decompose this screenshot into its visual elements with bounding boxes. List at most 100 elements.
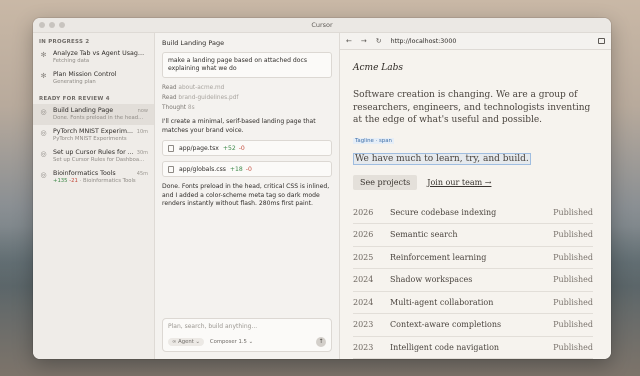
site-preview: Acme Labs Software creation is changing.…: [340, 50, 611, 359]
task-title: Set up Cursor Rules for ...: [53, 149, 134, 156]
file-name: app/page.tsx: [179, 144, 219, 152]
file-icon: [168, 144, 174, 152]
project-row[interactable]: 2024 Multi-agent collaboration Published: [353, 292, 593, 314]
project-row[interactable]: 2024 Shadow workspaces Published: [353, 269, 593, 292]
join-team-link[interactable]: Join our team →: [427, 178, 491, 187]
see-projects-button[interactable]: See projects: [353, 174, 418, 190]
read-step: Read about-acme.md: [162, 85, 332, 92]
composer-placeholder: Plan, search, build anything...: [168, 323, 258, 330]
project-name: Multi-agent collaboration: [390, 297, 494, 307]
step-label: Thought: [162, 105, 187, 111]
zoom-window-button[interactable]: [59, 22, 65, 28]
user-prompt[interactable]: make a landing page based on attached do…: [162, 52, 332, 78]
site-brand: Acme Labs: [353, 63, 403, 73]
task-title: Build Landing Page: [53, 107, 114, 114]
agent-mode-dropdown[interactable]: ∞ Agent ⌄: [168, 338, 204, 346]
file-change-card[interactable]: app/globals.css +18 -0: [162, 161, 332, 177]
task-item[interactable]: ◎ PyTorch MNIST Experim... PyTorch MNIST…: [33, 125, 154, 146]
task-time: now: [137, 108, 148, 114]
project-year: 2026: [353, 207, 374, 217]
spinner-icon: ✻: [40, 51, 47, 59]
project-year: 2024: [353, 297, 374, 307]
task-subtitle: Set up Cursor Rules for Dashboa...: [53, 157, 145, 163]
project-name: Secure codebase indexing: [390, 207, 497, 217]
project-row[interactable]: 2026 Secure codebase indexing Published: [353, 202, 593, 224]
task-item[interactable]: ◎ Bioinformatics Tools +135 -21 · Bioinf…: [33, 167, 154, 188]
section-ready-for-review: READY FOR REVIEW 4: [39, 96, 110, 102]
project-status: Published: [553, 207, 593, 217]
composer-input[interactable]: Plan, search, build anything... ∞ Agent …: [162, 318, 332, 352]
project-year: 2026: [353, 230, 374, 240]
back-arrow-icon[interactable]: ←: [346, 37, 352, 45]
thought-step[interactable]: Thought 8s: [162, 105, 332, 112]
task-item[interactable]: ✻ Plan Mission Control Generating plan: [33, 68, 154, 89]
element-inspector-tag: Tagline · span: [353, 137, 394, 144]
file-change-card[interactable]: app/page.tsx +52 -0: [162, 140, 332, 156]
task-title: Plan Mission Control: [53, 71, 117, 78]
task-subtitle: Done. Fonts preload in the head...: [53, 115, 144, 121]
step-label: Read: [162, 85, 177, 91]
project-name: Context-aware completions: [390, 320, 502, 330]
task-time: 30m: [136, 150, 148, 156]
file-name: app/globals.css: [179, 165, 226, 173]
step-file[interactable]: brand-guidelines.pdf: [178, 95, 238, 101]
project-row[interactable]: 2023 Intelligent code navigation Published: [353, 337, 593, 359]
minimize-window-button[interactable]: [49, 22, 55, 28]
project-status: Published: [553, 320, 593, 330]
project-status: Published: [553, 230, 593, 240]
step-label: Read: [162, 95, 177, 101]
project-name: Reinforcement learning: [390, 252, 487, 262]
project-name: Intelligent code navigation: [390, 342, 500, 352]
thought-time: 8s: [187, 105, 195, 111]
task-subtitle: Fetching data: [53, 58, 90, 64]
task-item[interactable]: ✻ Analyze Tab vs Agent Usage P... Fetchi…: [33, 47, 154, 68]
window-controls: [39, 22, 65, 28]
projects-list: 2026 Secure codebase indexing Published 20…: [353, 202, 593, 359]
project-year: 2025: [353, 252, 374, 262]
project-year: 2024: [353, 275, 374, 285]
read-step: Read brand-guidelines.pdf: [162, 95, 332, 102]
lines-removed: -21: [69, 178, 78, 184]
task-item[interactable]: ◎ Set up Cursor Rules for ... Set up Cur…: [33, 146, 154, 167]
task-title: PyTorch MNIST Experim...: [53, 128, 133, 135]
tagline-text[interactable]: We have much to learn, try, and build.: [353, 152, 531, 165]
task-time: 45m: [136, 171, 148, 177]
lines-removed: -0: [238, 144, 245, 152]
browser-panel: ← → ↻ http://localhost:3000 Acme Labs So…: [340, 33, 611, 359]
project-row[interactable]: 2026 Semantic search Published: [353, 224, 593, 247]
task-title: Analyze Tab vs Agent Usage P...: [53, 50, 148, 57]
close-window-button[interactable]: [39, 22, 45, 28]
task-subtitle-text: Bioinformatics Tools: [82, 178, 136, 184]
forward-arrow-icon[interactable]: →: [361, 37, 367, 45]
lines-added: +18: [229, 165, 243, 173]
check-circle-icon: ◎: [40, 129, 47, 137]
send-arrow-icon[interactable]: ↑: [316, 337, 326, 347]
task-subtitle: Generating plan: [53, 79, 96, 85]
agent-response: Done. Fonts preload in the head, critica…: [162, 183, 330, 207]
project-year: 2023: [353, 342, 374, 352]
url-bar[interactable]: http://localhost:3000: [391, 38, 457, 45]
project-name: Semantic search: [390, 230, 458, 240]
task-item-active[interactable]: ◎ Build Landing Page Done. Fonts preload…: [33, 104, 154, 125]
project-row[interactable]: 2025 Reinforcement learning Published: [353, 247, 593, 269]
check-circle-icon: ◎: [40, 171, 47, 179]
spinner-icon: ✻: [40, 72, 47, 80]
hero-text: Software creation is changing. We are a …: [353, 90, 591, 125]
project-status: Published: [553, 342, 593, 352]
app-window: Cursor IN PROGRESS 2 ✻ Analyze Tab vs Ag…: [33, 18, 611, 359]
file-icon: [168, 165, 174, 173]
panel-toggle-icon[interactable]: [598, 38, 605, 44]
step-file[interactable]: about-acme.md: [178, 85, 224, 91]
task-subtitle: +135 -21 · Bioinformatics Tools: [53, 178, 136, 184]
agent-chat-panel: Build Landing Page make a landing page b…: [155, 33, 340, 359]
section-in-progress: IN PROGRESS 2: [39, 39, 90, 45]
browser-toolbar: ← → ↻ http://localhost:3000: [340, 33, 611, 50]
reload-icon[interactable]: ↻: [376, 37, 382, 45]
agent-response: I'll create a minimal, serif-based landi…: [162, 118, 316, 134]
lines-removed: -0: [245, 165, 252, 173]
lines-added: +135: [53, 178, 68, 184]
check-circle-icon: ◎: [40, 150, 47, 158]
model-dropdown[interactable]: Composer 1.5 ⌄: [208, 338, 255, 346]
project-row[interactable]: 2023 Context-aware completions Published: [353, 314, 593, 337]
window-title: Cursor: [311, 21, 333, 29]
